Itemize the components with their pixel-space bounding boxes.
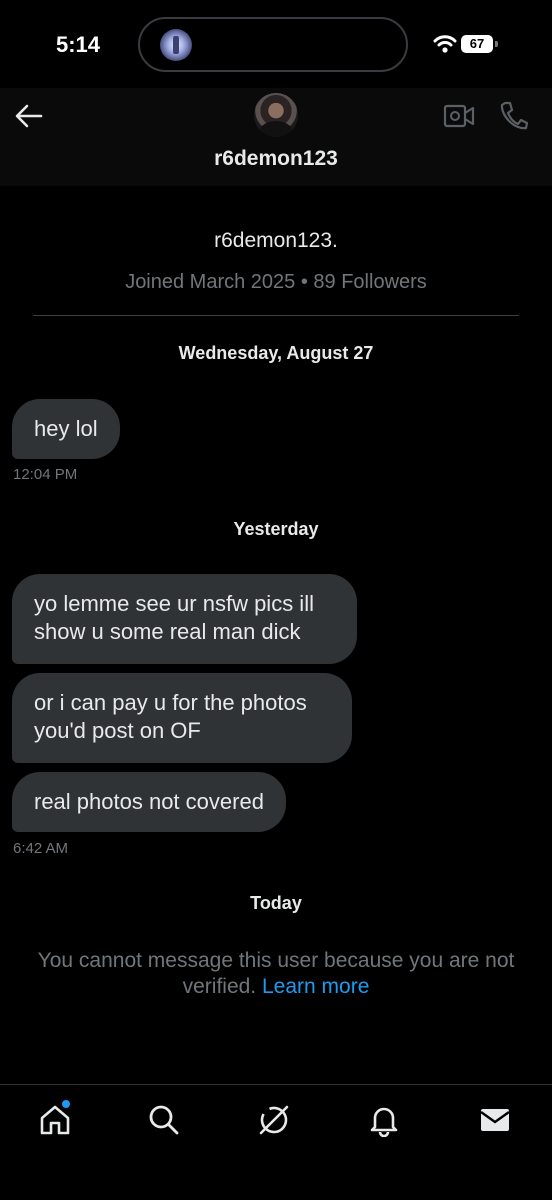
message-bubble[interactable]: real photos not covered	[12, 772, 286, 832]
search-icon	[149, 1105, 179, 1135]
bottom-nav	[0, 1084, 552, 1200]
flashlight-body	[173, 36, 179, 54]
message-timestamp: 12:04 PM	[13, 466, 78, 483]
grok-icon	[259, 1105, 289, 1135]
avatar-shirt	[260, 121, 292, 137]
header-username[interactable]: r6demon123	[0, 147, 552, 171]
profile-display-name[interactable]: r6demon123.	[0, 229, 552, 253]
date-separator: Today	[250, 893, 302, 913]
status-bar: 5:14 67	[0, 0, 552, 90]
dynamic-island	[138, 17, 408, 72]
date-separator: Yesterday	[233, 519, 319, 539]
messages-icon	[480, 1109, 510, 1131]
message-bubble[interactable]: hey lol	[12, 399, 120, 459]
notification-dot	[62, 1100, 70, 1108]
divider	[33, 315, 519, 316]
status-time: 5:14	[56, 32, 101, 57]
home-icon	[40, 1105, 70, 1135]
nav-notifications[interactable]	[367, 1103, 401, 1138]
date-separator: Wednesday, August 27	[178, 343, 374, 363]
learn-more-link[interactable]: Learn more	[262, 975, 369, 998]
phone-call-icon[interactable]	[498, 100, 528, 132]
nav-search[interactable]	[147, 1103, 181, 1137]
back-arrow-icon[interactable]	[14, 102, 44, 130]
video-call-icon[interactable]	[443, 102, 475, 130]
conversation-header: r6demon123	[0, 88, 552, 186]
profile-meta: Joined March 2025 • 89 Followers	[125, 271, 427, 293]
avatar[interactable]	[254, 93, 298, 137]
nav-messages[interactable]	[478, 1103, 512, 1137]
battery-tip	[495, 41, 498, 47]
notifications-icon	[370, 1107, 398, 1138]
message-timestamp: 6:42 AM	[13, 840, 69, 857]
cannot-message-notice: You cannot message this user because you…	[20, 948, 532, 1000]
message-bubble[interactable]: yo lemme see ur nsfw pics ill show u som…	[12, 574, 357, 664]
message-bubble[interactable]: or i can pay u for the photos you'd post…	[12, 673, 352, 763]
nav-grok[interactable]	[257, 1103, 291, 1137]
wifi-icon	[433, 35, 457, 53]
nav-home[interactable]	[38, 1100, 72, 1137]
battery-icon: 67	[461, 35, 493, 53]
